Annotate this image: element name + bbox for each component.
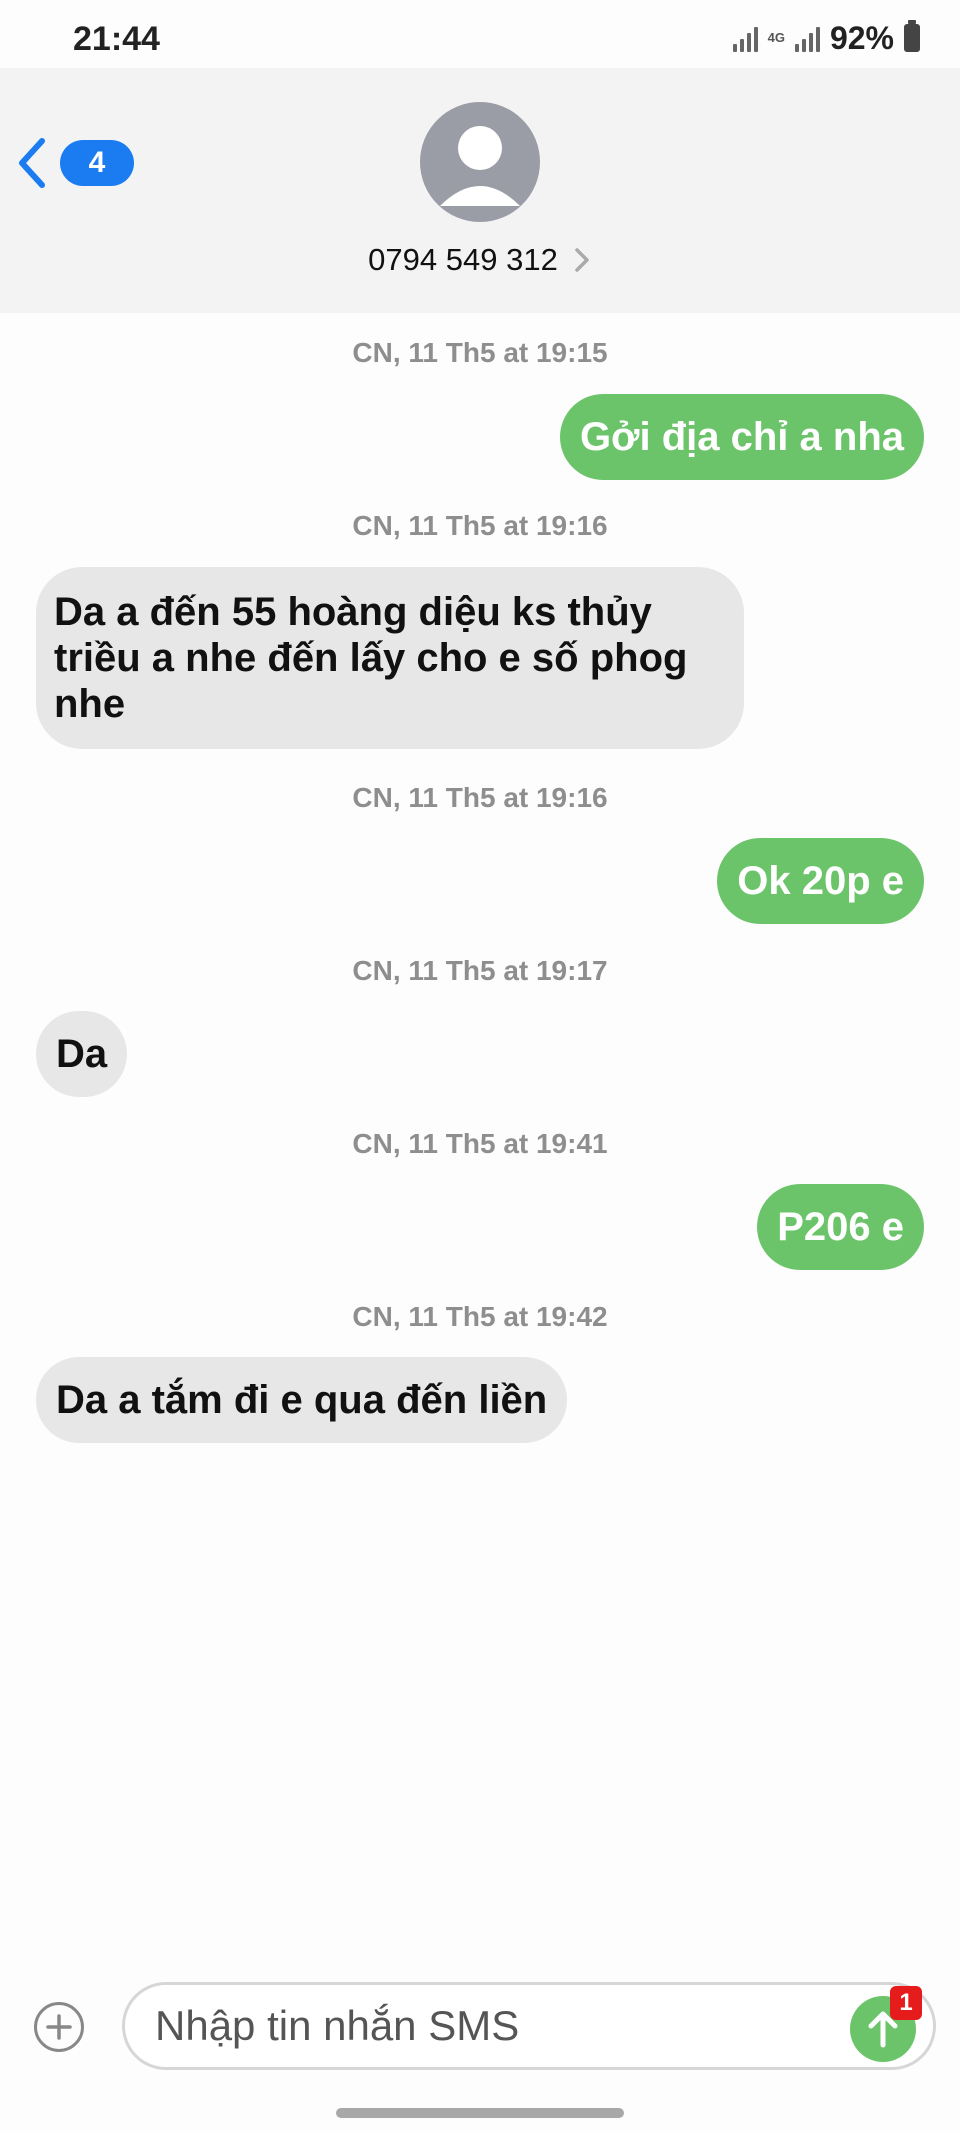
contact-avatar[interactable]: [420, 102, 540, 222]
unread-count-badge: 4: [60, 140, 134, 186]
message-input-container: [122, 1982, 936, 2070]
contact-number: 0794 549 312: [368, 242, 558, 277]
incoming-message[interactable]: Da a đến 55 hoàng diệu ks thủy triều a n…: [36, 567, 744, 749]
message-composer: 1: [0, 1960, 960, 2090]
battery-icon: [904, 20, 920, 52]
contact-chevron-icon: [575, 248, 589, 272]
sim-badge: 1: [890, 1986, 922, 2020]
attach-button[interactable]: [34, 2002, 84, 2052]
outgoing-message[interactable]: Ok 20p e: [717, 838, 924, 924]
plus-icon: [46, 2014, 72, 2040]
incoming-message[interactable]: Da: [36, 1011, 128, 1097]
outgoing-message[interactable]: Gởi địa chỉ a nha: [559, 394, 924, 480]
status-bar: 21:44 4G 92%: [0, 0, 960, 68]
avatar-person-icon: [440, 126, 520, 206]
status-icons: 4G 92%: [732, 18, 920, 58]
message-timestamp: CN, 11 Th5 at 19:17: [352, 955, 608, 986]
network-type: 4G: [767, 30, 785, 45]
signal-icon: [794, 24, 820, 52]
outgoing-message[interactable]: P206 e: [757, 1184, 924, 1270]
home-indicator[interactable]: [336, 2108, 624, 2118]
message-timestamp: CN, 11 Th5 at 19:16: [352, 782, 608, 813]
status-time: 21:44: [73, 20, 160, 58]
battery-percent: 92%: [829, 19, 894, 56]
message-timestamp: CN, 11 Th5 at 19:16: [352, 510, 608, 541]
signal-icon: [732, 24, 758, 52]
message-timestamp: CN, 11 Th5 at 19:15: [352, 337, 608, 368]
message-input[interactable]: [155, 2003, 815, 2049]
back-chevron-icon: [19, 138, 45, 188]
incoming-message[interactable]: Da a tắm đi e qua đến liền: [36, 1357, 568, 1443]
back-button[interactable]: 4: [10, 128, 140, 198]
message-timestamp: CN, 11 Th5 at 19:41: [352, 1128, 608, 1159]
message-timestamp: CN, 11 Th5 at 19:42: [352, 1301, 608, 1332]
contact-details-link[interactable]: 0794 549 312: [0, 238, 960, 282]
